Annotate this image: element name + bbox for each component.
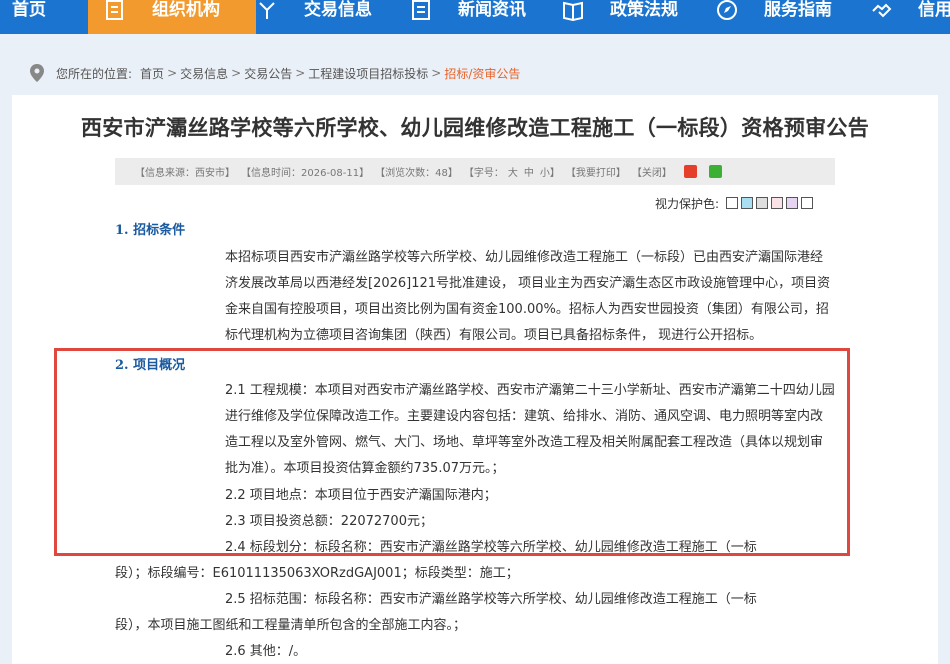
article-info-bar: 【信息来源：西安市】 【信息时间：2026-08-11】 【浏览次数：48】 【… xyxy=(115,158,835,185)
eye-color-swatch[interactable] xyxy=(786,197,799,209)
nav-item-policy[interactable]: 政策法规 xyxy=(562,0,678,34)
item-investment-total: 2.3 项目投资总额：22072700元； xyxy=(225,514,433,529)
breadcrumb-link-trade-info[interactable]: 交易信息 xyxy=(180,65,228,82)
nav-item-label: 交易信息 xyxy=(304,0,372,20)
list-icon xyxy=(412,0,430,20)
eye-color-swatch[interactable] xyxy=(771,197,784,209)
breadcrumb-separator: > xyxy=(431,66,442,80)
nav-item-label: 首页 xyxy=(12,0,46,20)
section-title-project-overview: 2. 项目概况 xyxy=(115,358,186,373)
breadcrumb-separator: > xyxy=(295,66,306,80)
top-nav: 首页 组织机构 交易信息 新闻资讯 政策法规 服务指南 信用 xyxy=(0,0,950,34)
item-tender-scope-line2: 段），本项目施工图纸和工程量清单所包含的全部施工内容。； xyxy=(115,618,467,633)
book-icon xyxy=(563,1,583,21)
item-tender-scope-line1: 2.5 招标范围：标段名称：西安市浐灞丝路学校等六所学校、幼儿园维修改造工程施工… xyxy=(225,592,757,607)
nav-item-label: 信用 xyxy=(918,0,950,20)
info-time: 【信息时间：2026-08-11】 xyxy=(241,168,370,179)
item-project-scale: 2.1 工程规模：本项目对西安市浐灞丝路学校、西安市浐灞第二十三小学新址、西安市… xyxy=(225,383,835,476)
weibo-share-icon[interactable] xyxy=(683,165,697,178)
breadcrumb-link-trade-notice[interactable]: 交易公告 xyxy=(244,65,292,82)
breadcrumb-separator: > xyxy=(231,66,242,80)
location-pin-icon xyxy=(30,64,44,82)
nav-item-credit[interactable]: 信用 xyxy=(870,0,950,34)
nav-item-label: 新闻资讯 xyxy=(458,0,526,20)
document-icon xyxy=(106,0,123,20)
eye-color-swatch[interactable] xyxy=(726,197,739,209)
nav-item-organization[interactable]: 组织机构 xyxy=(88,0,256,34)
font-size-small-button[interactable]: 小】 xyxy=(540,164,560,179)
nav-item-label: 政策法规 xyxy=(610,0,678,20)
close-button[interactable]: 【关闭】 xyxy=(632,164,672,179)
breadcrumb-prefix: 您所在的位置: xyxy=(56,66,133,81)
breadcrumb-link-home[interactable]: 首页 xyxy=(140,65,164,82)
nav-item-service-guide[interactable]: 服务指南 xyxy=(716,0,832,34)
section-text-tender-conditions: 本招标项目西安市浐灞丝路学校等六所学校、幼儿园维修改造工程施工（一标段）已由西安… xyxy=(225,250,831,343)
nav-item-label: 服务指南 xyxy=(764,0,832,20)
breadcrumb-separator: > xyxy=(167,66,178,80)
nav-item-home[interactable]: 首页 xyxy=(12,0,46,34)
page-title: 西安市浐灞丝路学校等六所学校、幼儿园维修改造工程施工（一标段）资格预审公告 xyxy=(80,116,870,140)
wechat-share-icon[interactable] xyxy=(708,165,722,178)
section-title-tender-conditions: 1. 招标条件 xyxy=(115,223,186,238)
item-other: 2.6 其他：/。 xyxy=(225,644,307,659)
handshake-icon xyxy=(872,3,892,18)
breadcrumb-link-engineering[interactable]: 工程建设项目招标投标 xyxy=(308,65,428,82)
info-source: 【信息来源：西安市】 xyxy=(135,168,235,179)
font-size-medium-button[interactable]: 中 xyxy=(524,164,534,179)
font-size-large-button[interactable]: 大 xyxy=(508,164,518,179)
info-font-label: 【字号： xyxy=(463,168,504,179)
item-project-location: 2.2 项目地点：本项目位于西安浐灞国际港内； xyxy=(225,488,497,503)
print-button[interactable]: 【我要打印】 xyxy=(566,164,626,179)
flag-icon xyxy=(259,2,275,19)
compass-icon xyxy=(717,0,737,20)
eye-color-swatch[interactable] xyxy=(741,197,754,209)
item-lot-division-line2: 段）；标段编号：E61011135063XORzdGAJ001；标段类型：施工； xyxy=(115,566,519,581)
item-lot-division-line1: 2.4 标段划分：标段名称：西安市浐灞丝路学校等六所学校、幼儿园维修改造工程施工… xyxy=(225,540,757,555)
eye-color-swatch[interactable] xyxy=(756,197,769,209)
eye-protect-label: 视力保护色: xyxy=(655,196,720,211)
eye-color-swatch[interactable] xyxy=(801,197,814,209)
eye-protect-colors: 视力保护色: xyxy=(655,194,814,212)
nav-item-trade-info[interactable]: 交易信息 xyxy=(256,0,372,34)
nav-item-label: 组织机构 xyxy=(152,0,220,20)
info-views: 【浏览次数：48】 xyxy=(375,168,458,179)
breadcrumb: 您所在的位置: 首页 > 交易信息 > 交易公告 > 工程建设项目招标投标 > … xyxy=(30,63,520,83)
breadcrumb-current[interactable]: 招标/资审公告 xyxy=(444,65,520,82)
nav-item-news[interactable]: 新闻资讯 xyxy=(410,0,526,34)
